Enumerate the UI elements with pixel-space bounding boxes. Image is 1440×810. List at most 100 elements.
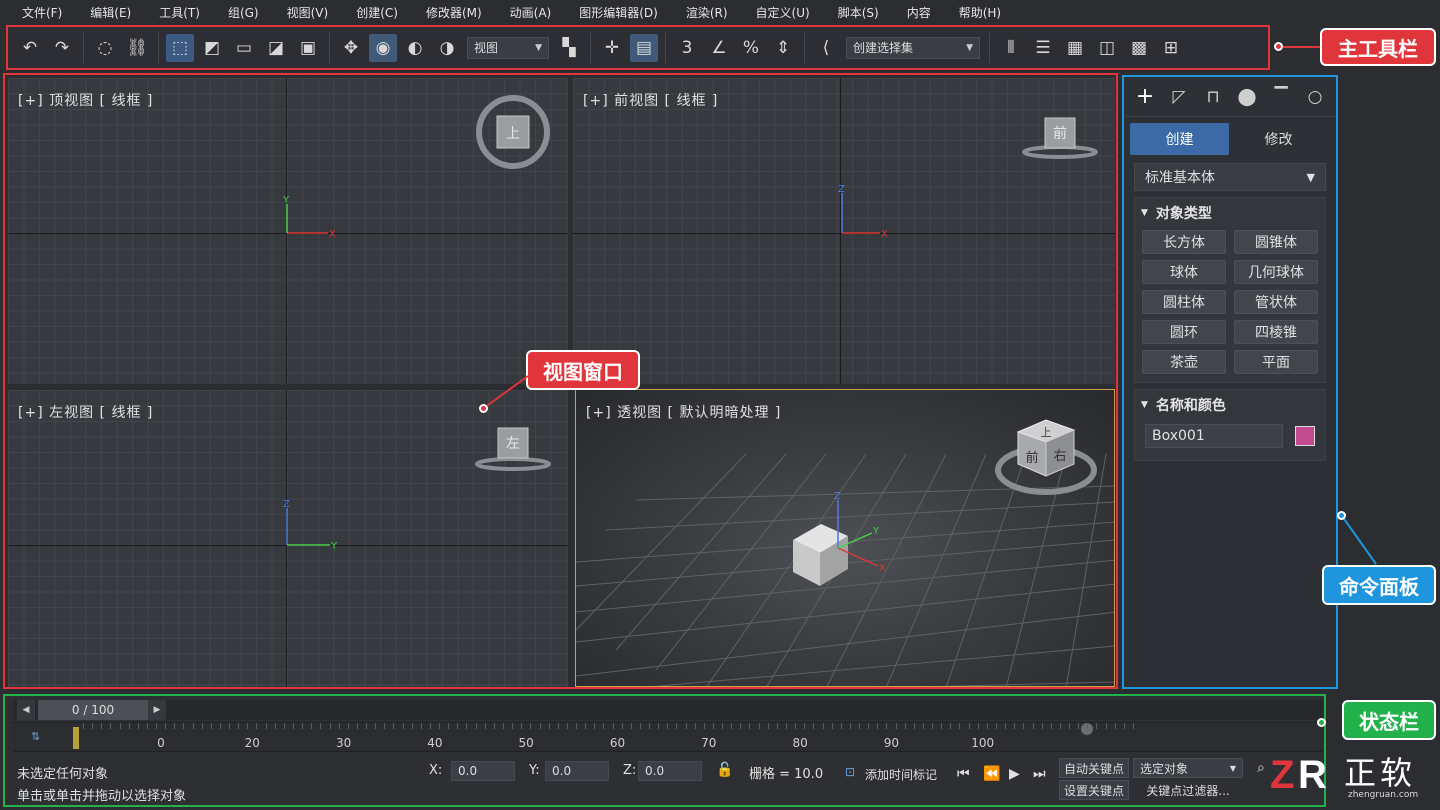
modify-tab-icon[interactable]: ◸ xyxy=(1165,87,1193,107)
object-color-swatch[interactable] xyxy=(1295,426,1315,446)
align-icon[interactable]: ☰ xyxy=(1029,34,1057,62)
snap-toggle-icon[interactable]: 3 xyxy=(673,34,701,62)
perspective-viewport[interactable]: [+] 透视图 [ 默认明暗处理 ] Z X Y 上 前 右 xyxy=(575,389,1115,687)
reference-coord-dropdown[interactable]: 视图 ▼ xyxy=(467,36,549,59)
motion-tab-icon[interactable]: ⬤ xyxy=(1233,87,1261,107)
menu-scripting[interactable]: 脚本(S) xyxy=(838,4,879,21)
menu-customize[interactable]: 自定义(U) xyxy=(756,4,810,21)
percent-snap-icon[interactable]: % xyxy=(737,34,765,62)
select-region-icon[interactable]: ▣ xyxy=(294,34,322,62)
select-by-name-icon[interactable]: ◩ xyxy=(198,34,226,62)
name-color-header[interactable]: ▼ 名称和颜色 xyxy=(1135,390,1325,420)
prev-key-icon[interactable]: ⏪ xyxy=(983,766,1000,782)
edit-named-selection-icon[interactable]: ⟨ xyxy=(812,34,840,62)
pivot-center-icon[interactable]: ▚ xyxy=(555,34,583,62)
unlink-icon[interactable]: ⛓ xyxy=(123,34,151,62)
front-viewport[interactable]: [+] 前视图 [ 线框 ] X Z 前 xyxy=(573,78,1115,384)
zoom-icon[interactable]: ⌕ xyxy=(1257,760,1265,776)
front-viewport-label[interactable]: [+] 前视图 [ 线框 ] xyxy=(583,90,718,110)
scale-icon[interactable]: ◐ xyxy=(401,34,429,62)
torus-button[interactable]: 圆环 xyxy=(1142,320,1226,344)
tab-modify[interactable]: 修改 xyxy=(1229,123,1328,155)
object-name-field[interactable]: Box001 xyxy=(1145,424,1284,448)
scene-explorer-icon[interactable]: ▦ xyxy=(1061,34,1089,62)
layer-explorer-icon[interactable]: ◫ xyxy=(1093,34,1121,62)
menu-modifiers[interactable]: 修改器(M) xyxy=(426,4,482,21)
top-viewport-label[interactable]: [+] 顶视图 [ 线框 ] xyxy=(18,90,153,110)
menu-graph-editors[interactable]: 图形编辑器(D) xyxy=(579,4,658,21)
time-slider-handle[interactable]: 0 / 100 xyxy=(38,700,148,720)
x-coord-field[interactable]: 0.0 xyxy=(451,761,515,781)
menu-create[interactable]: 创建(C) xyxy=(356,4,398,21)
rect-selection-icon[interactable]: ▭ xyxy=(230,34,258,62)
cylinder-button[interactable]: 圆柱体 xyxy=(1142,290,1226,314)
teapot-button[interactable]: 茶壶 xyxy=(1142,350,1226,374)
hierarchy-tab-icon[interactable]: ⊓ xyxy=(1199,87,1227,107)
top-viewport[interactable]: [+] 顶视图 [ 线框 ] X Y 上 xyxy=(8,78,568,384)
menu-content[interactable]: 内容 xyxy=(907,4,931,21)
menu-views[interactable]: 视图(V) xyxy=(287,4,329,21)
perspective-viewcube[interactable]: 上 前 右 xyxy=(994,414,1098,498)
select-link-icon[interactable]: ◌ xyxy=(91,34,119,62)
goto-end-icon[interactable]: ⏭ xyxy=(1033,766,1046,782)
window-crossing-icon[interactable]: ◪ xyxy=(262,34,290,62)
rotate-icon[interactable]: ◉ xyxy=(369,33,397,62)
selected-objects-dropdown[interactable]: 选定对象 ▼ xyxy=(1133,758,1243,778)
box-button[interactable]: 长方体 xyxy=(1142,230,1226,254)
y-coord-field[interactable]: 0.0 xyxy=(545,761,609,781)
keyboard-shortcut-icon[interactable]: ▤ xyxy=(630,33,658,62)
cone-button[interactable]: 圆锥体 xyxy=(1234,230,1318,254)
redo-icon[interactable]: ↷ xyxy=(48,34,76,62)
display-tab-icon[interactable]: ▔ xyxy=(1267,87,1295,107)
select-object-icon[interactable]: ⬚ xyxy=(166,33,194,62)
left-viewcube[interactable]: 左 xyxy=(471,422,555,472)
sphere-button[interactable]: 球体 xyxy=(1142,260,1226,284)
placement-icon[interactable]: ◑ xyxy=(433,34,461,62)
prev-frame-icon[interactable]: ◀ xyxy=(17,700,35,720)
plane-button[interactable]: 平面 xyxy=(1234,350,1318,374)
angle-snap-icon[interactable]: ∠ xyxy=(705,34,733,62)
tab-create[interactable]: 创建 xyxy=(1130,123,1229,155)
select-manipulate-icon[interactable]: ✛ xyxy=(598,34,626,62)
create-tab-icon[interactable]: + xyxy=(1131,84,1159,109)
move-icon[interactable]: ✥ xyxy=(337,34,365,62)
lock-icon[interactable]: 🔓 xyxy=(716,762,733,778)
menu-help[interactable]: 帮助(H) xyxy=(959,4,1001,21)
menu-tools[interactable]: 工具(T) xyxy=(159,4,200,21)
undo-icon[interactable]: ↶ xyxy=(16,34,44,62)
ribbon-icon[interactable]: ▩ xyxy=(1125,34,1153,62)
next-frame-icon[interactable]: ▶ xyxy=(148,700,166,720)
menu-rendering[interactable]: 渲染(R) xyxy=(686,4,728,21)
auto-key-button[interactable]: 自动关键点 xyxy=(1059,758,1129,778)
menu-group[interactable]: 组(G) xyxy=(228,4,259,21)
named-selection-dropdown[interactable]: 创建选择集 ▼ xyxy=(846,36,980,59)
add-time-tag-button[interactable]: 添加时间标记 xyxy=(865,766,937,783)
spinner-snap-icon[interactable]: ⇕ xyxy=(769,34,797,62)
time-tag-icon[interactable]: ⊡ xyxy=(845,765,855,779)
play-icon[interactable]: ▶ xyxy=(1009,766,1020,782)
key-filters-button[interactable]: 关键点过滤器... xyxy=(1133,780,1243,800)
front-viewcube[interactable]: 前 xyxy=(1018,112,1102,162)
menu-edit[interactable]: 编辑(E) xyxy=(90,4,131,21)
goto-start-icon[interactable]: ⏮ xyxy=(957,766,970,782)
menu-file[interactable]: 文件(F) xyxy=(22,4,62,21)
category-dropdown[interactable]: 标准基本体 ▼ xyxy=(1134,163,1326,191)
curve-editor-icon[interactable]: ⊞ xyxy=(1157,34,1185,62)
z-coord-field[interactable]: 0.0 xyxy=(638,761,702,781)
top-viewcube[interactable]: 上 xyxy=(473,92,553,172)
object-type-header[interactable]: ▼ 对象类型 xyxy=(1135,198,1325,228)
left-viewport[interactable]: [+] 左视图 [ 线框 ] Y Z 左 xyxy=(8,390,568,687)
track-bar[interactable]: ⇅ 0 20 30 40 50 60 70 80 90 100 xyxy=(13,722,1323,752)
tube-button[interactable]: 管状体 xyxy=(1234,290,1318,314)
pyramid-button[interactable]: 四棱锥 xyxy=(1234,320,1318,344)
box-object[interactable] xyxy=(793,524,848,586)
track-tick xyxy=(767,723,769,729)
set-key-button[interactable]: 设置关键点 xyxy=(1059,780,1129,800)
left-viewport-label[interactable]: [+] 左视图 [ 线框 ] xyxy=(18,402,153,422)
menu-animation[interactable]: 动画(A) xyxy=(510,4,552,21)
geosphere-button[interactable]: 几何球体 xyxy=(1234,260,1318,284)
track-bar-toggle-icon[interactable]: ⇅ xyxy=(31,730,40,743)
mirror-icon[interactable]: ⫴ xyxy=(997,34,1025,62)
time-slider[interactable]: ◀ 0 / 100 ▶ xyxy=(13,700,1323,720)
utilities-tab-icon[interactable]: ○ xyxy=(1301,87,1329,107)
